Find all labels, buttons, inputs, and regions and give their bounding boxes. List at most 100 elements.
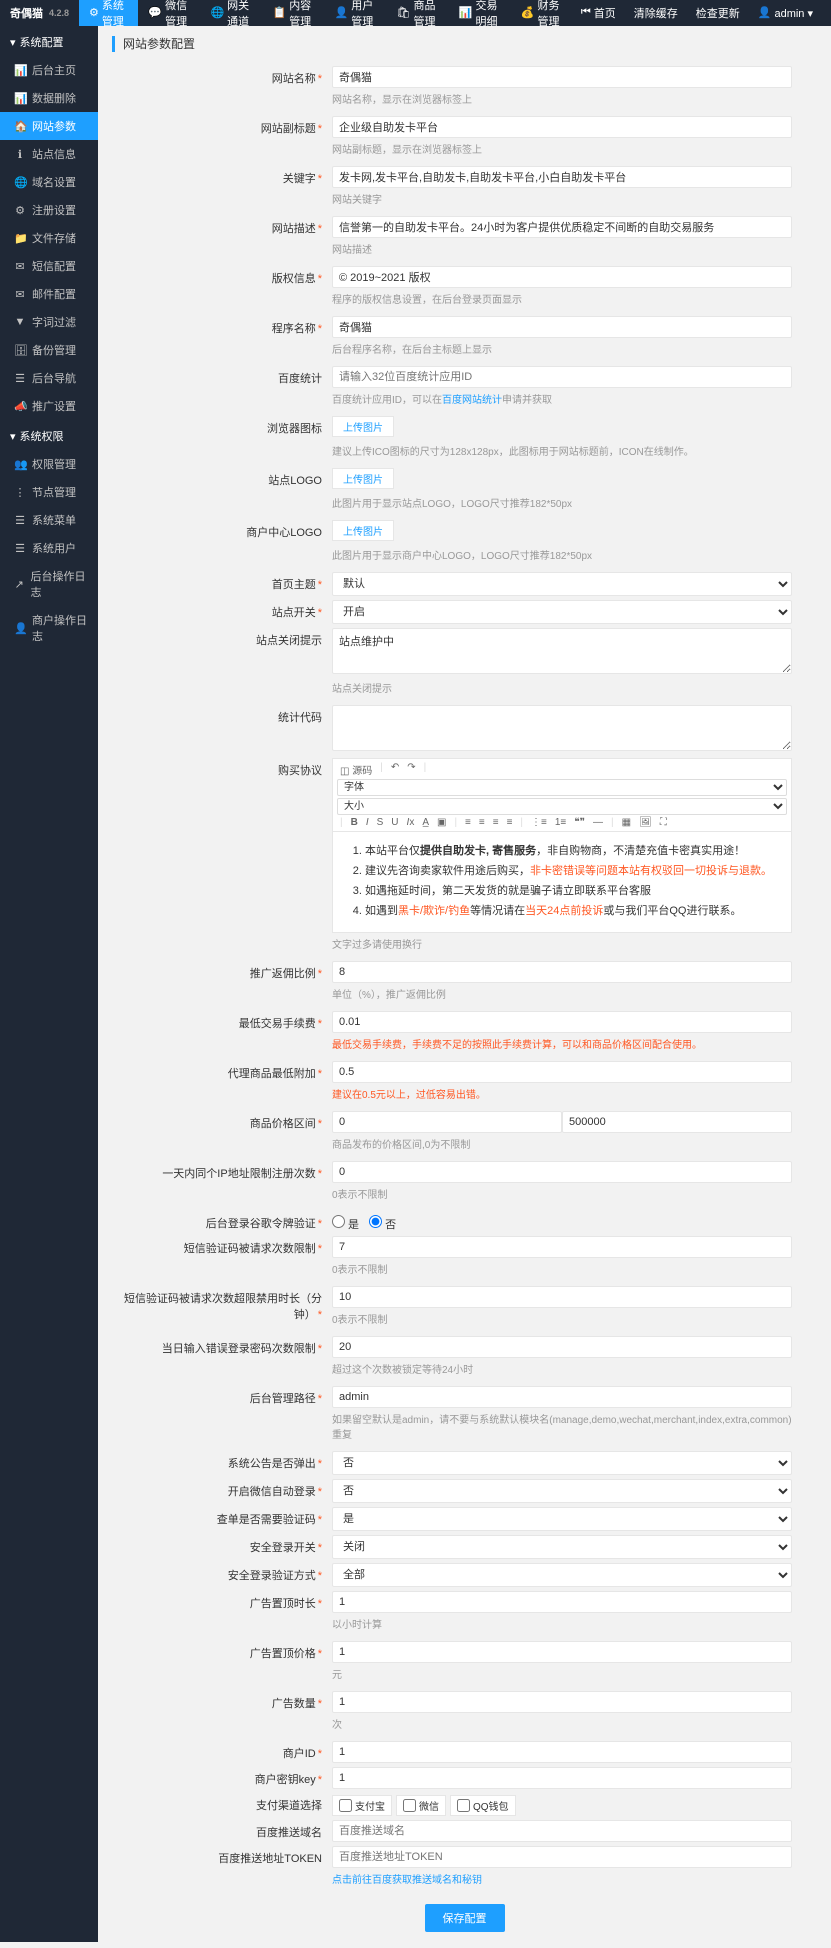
select-input[interactable]: 关闭 <box>332 1535 792 1559</box>
sidebar-item-后台操作日志[interactable]: ↗后台操作日志 <box>0 562 98 606</box>
textarea-input[interactable] <box>332 705 792 751</box>
radio-yes[interactable]: 是 <box>332 1215 359 1232</box>
checkbox-QQ钱包[interactable]: QQ钱包 <box>450 1795 516 1816</box>
table-icon[interactable]: ▦ <box>619 817 634 828</box>
text-input[interactable] <box>332 366 792 388</box>
text-input[interactable] <box>332 1236 792 1258</box>
text-input[interactable] <box>332 1691 792 1713</box>
sidebar-item-文件存储[interactable]: 📁文件存储 <box>0 224 98 252</box>
sidebar-item-系统用户[interactable]: ☰系统用户 <box>0 534 98 562</box>
text-input[interactable] <box>332 1161 792 1183</box>
toplink-清除缓存[interactable]: 清除缓存 <box>626 0 686 26</box>
toplink-admin ▾[interactable]: 👤admin ▾ <box>750 0 821 26</box>
text-input[interactable] <box>332 1741 792 1763</box>
toplink-检查更新[interactable]: 检查更新 <box>688 0 748 26</box>
field-label: 商品价格区间* <box>112 1111 332 1157</box>
expand-icon[interactable]: ⛶ <box>657 817 670 828</box>
sidebar-item-商户操作日志[interactable]: 👤商户操作日志 <box>0 606 98 650</box>
text-input[interactable] <box>332 1846 792 1868</box>
text-input[interactable] <box>332 1336 792 1358</box>
text-input[interactable] <box>332 216 792 238</box>
sidebar-item-节点管理[interactable]: ⋮节点管理 <box>0 478 98 506</box>
topnav-商品管理[interactable]: 🛍商品管理 <box>387 0 449 26</box>
toplink-首页[interactable]: ⏮首页 <box>573 0 624 26</box>
list-icon[interactable]: ⋮≡ <box>528 817 550 828</box>
color-icon[interactable]: A̲ <box>419 817 432 828</box>
text-input[interactable] <box>332 1820 792 1842</box>
range-from[interactable] <box>332 1111 562 1133</box>
underline-icon[interactable]: U <box>388 817 401 828</box>
sidebar-item-系统菜单[interactable]: ☰系统菜单 <box>0 506 98 534</box>
align-left-icon[interactable]: ≡ <box>462 817 474 828</box>
strike-icon[interactable]: S <box>374 817 387 828</box>
image-icon[interactable]: 🖼 <box>636 817 655 828</box>
select-input[interactable]: 是 <box>332 1507 792 1531</box>
sidebar-item-短信配置[interactable]: ✉短信配置 <box>0 252 98 280</box>
text-input[interactable] <box>332 961 792 983</box>
text-input[interactable] <box>332 166 792 188</box>
topnav-系统管理[interactable]: ⚙系统管理 <box>79 0 138 26</box>
text-input[interactable] <box>332 1641 792 1663</box>
upload-button[interactable]: 上传图片 <box>332 468 394 489</box>
text-input[interactable] <box>332 66 792 88</box>
radio-no[interactable]: 否 <box>369 1215 396 1232</box>
sidebar-item-注册设置[interactable]: ⚙注册设置 <box>0 196 98 224</box>
sidebar-item-邮件配置[interactable]: ✉邮件配置 <box>0 280 98 308</box>
bg-icon[interactable]: ▣ <box>434 817 449 828</box>
sidebar-item-域名设置[interactable]: 🌐域名设置 <box>0 168 98 196</box>
topnav-网关通道[interactable]: 🌐网关通道 <box>200 0 262 26</box>
sidebar-item-网站参数[interactable]: 🏠网站参数 <box>0 112 98 140</box>
text-input[interactable] <box>332 1591 792 1613</box>
select-input[interactable]: 否 <box>332 1451 792 1475</box>
topnav-财务管理[interactable]: 💰财务管理 <box>511 0 573 26</box>
quote-icon[interactable]: ❝❞ <box>571 817 588 828</box>
size-select[interactable]: 大小 <box>337 798 787 815</box>
upload-button[interactable]: 上传图片 <box>332 520 394 541</box>
align-justify-icon[interactable]: ≡ <box>504 817 516 828</box>
select-input[interactable]: 否 <box>332 1479 792 1503</box>
sidebar-item-字词过滤[interactable]: ▼字词过滤 <box>0 308 98 336</box>
bold-icon[interactable]: B <box>348 817 361 828</box>
sidebar-item-权限管理[interactable]: 👥权限管理 <box>0 450 98 478</box>
hr-icon[interactable]: — <box>590 817 606 828</box>
text-input[interactable] <box>332 116 792 138</box>
redo-icon[interactable]: ↷ <box>404 762 418 777</box>
text-input[interactable] <box>332 1767 792 1789</box>
select-input[interactable]: 默认 <box>332 572 792 596</box>
submit-button[interactable]: 保存配置 <box>425 1904 505 1932</box>
baidu-link[interactable]: 点击前往百度获取推送域名和秘钥 <box>332 1875 482 1886</box>
sidebar-item-备份管理[interactable]: 🗄备份管理 <box>0 336 98 364</box>
topnav-内容管理[interactable]: 📋内容管理 <box>262 0 324 26</box>
topnav-交易明细[interactable]: 📊交易明细 <box>449 0 511 26</box>
text-input[interactable] <box>332 316 792 338</box>
italic-icon[interactable]: I <box>363 817 372 828</box>
undo-icon[interactable]: ↶ <box>388 762 402 777</box>
text-input[interactable] <box>332 1386 792 1408</box>
text-input[interactable] <box>332 1286 792 1308</box>
text-input[interactable] <box>332 1061 792 1083</box>
checkbox-微信[interactable]: 微信 <box>396 1795 446 1816</box>
sidebar-item-站点信息[interactable]: ℹ站点信息 <box>0 140 98 168</box>
align-center-icon[interactable]: ≡ <box>476 817 488 828</box>
sidebar-item-数据删除[interactable]: 📊数据删除 <box>0 84 98 112</box>
topnav-微信管理[interactable]: 💬微信管理 <box>138 0 200 26</box>
clear-icon[interactable]: Ix <box>404 817 418 828</box>
font-select[interactable]: 字体 <box>337 779 787 796</box>
textarea-input[interactable]: 站点维护中 <box>332 628 792 674</box>
sidebar-item-后台主页[interactable]: 📊后台主页 <box>0 56 98 84</box>
topnav-用户管理[interactable]: 👤用户管理 <box>325 0 387 26</box>
checkbox-支付宝[interactable]: 支付宝 <box>332 1795 392 1816</box>
source-icon[interactable]: ◫ 源码 <box>337 762 375 777</box>
range-to[interactable] <box>562 1111 792 1133</box>
select-input[interactable]: 开启 <box>332 600 792 624</box>
editor-body[interactable]: 本站平台仅提供自助发卡, 寄售服务，非自购物商，不清楚充值卡密真实用途！建议先咨… <box>333 832 791 932</box>
sidebar-item-后台导航[interactable]: ☰后台导航 <box>0 364 98 392</box>
field-label: 首页主题* <box>112 572 332 596</box>
olist-icon[interactable]: 1≡ <box>552 817 569 828</box>
sidebar-item-推广设置[interactable]: 📣推广设置 <box>0 392 98 420</box>
upload-button[interactable]: 上传图片 <box>332 416 394 437</box>
select-input[interactable]: 全部 <box>332 1563 792 1587</box>
text-input[interactable] <box>332 266 792 288</box>
align-right-icon[interactable]: ≡ <box>490 817 502 828</box>
text-input[interactable] <box>332 1011 792 1033</box>
